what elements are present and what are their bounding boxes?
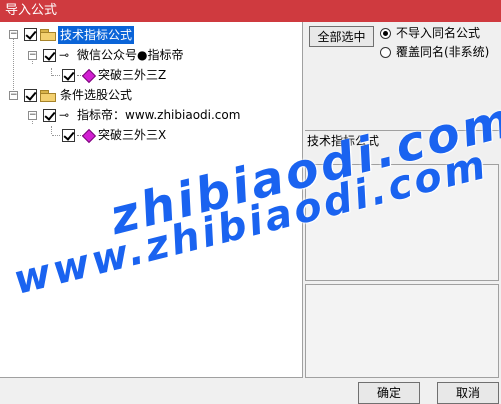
collapse-icon[interactable]: − [9, 91, 18, 100]
tree-node-formula-x[interactable]: 突破三外三X [0, 126, 300, 144]
tree-node-label: 突破三外三Z [98, 68, 167, 82]
key-icon: ⊸ [59, 48, 70, 62]
tree-node-technical-indicators[interactable]: − 技术指标公式 [0, 26, 300, 44]
formula-info-title: 技术指标公式 [305, 130, 499, 158]
checkbox-checked-icon[interactable] [62, 129, 75, 142]
radio-no-import-duplicates[interactable] [380, 28, 391, 39]
tree-node-formula-z[interactable]: 突破三外三Z [0, 66, 300, 84]
collapse-icon[interactable]: − [9, 30, 18, 39]
radio-no-import-label: 不导入同名公式 [396, 26, 481, 40]
tree-connector [52, 135, 60, 136]
radio-overwrite-label: 覆盖同名(非系统) [396, 45, 490, 59]
key-icon: ⊸ [59, 108, 70, 122]
window-title: 导入公式 [0, 0, 501, 22]
radio-overwrite-duplicates[interactable] [380, 47, 391, 58]
folder-icon [40, 90, 56, 102]
checkbox-checked-icon[interactable] [43, 109, 56, 122]
collapse-icon[interactable]: − [28, 51, 37, 60]
formula-gem-icon [81, 128, 97, 144]
formula-description-panel[interactable] [305, 164, 499, 281]
collapse-icon[interactable]: − [28, 111, 37, 120]
tree-node-label: 突破三外三X [98, 128, 167, 142]
tree-node-site[interactable]: − ⊸ 指标帝：www.zhibiaodi.com [0, 106, 300, 124]
tree-node-label: 指标帝：www.zhibiaodi.com [77, 108, 241, 122]
tree-node-stock-selection[interactable]: − 条件选股公式 [0, 86, 300, 104]
tree-node-label: 条件选股公式 [60, 88, 133, 102]
formula-tree[interactable]: − 技术指标公式 − ⊸ 微信公众号●指标帝 突破三外三Z − 条件选股公式 −… [0, 22, 303, 378]
formula-gem-icon [81, 68, 97, 84]
formula-params-panel[interactable] [305, 284, 499, 378]
tree-node-label: 技术指标公式 [58, 26, 135, 44]
checkbox-checked-icon[interactable] [24, 28, 37, 41]
checkbox-checked-icon[interactable] [62, 69, 75, 82]
tree-connector [52, 75, 60, 76]
tree-node-label: 微信公众号●指标帝 [77, 48, 184, 62]
cancel-button[interactable]: 取消 [437, 382, 499, 404]
tree-node-wechat-account[interactable]: − ⊸ 微信公众号●指标帝 [0, 46, 300, 64]
select-all-button[interactable]: 全部选中 [309, 26, 374, 47]
ok-button[interactable]: 确定 [358, 382, 420, 404]
checkbox-checked-icon[interactable] [24, 89, 37, 102]
checkbox-checked-icon[interactable] [43, 49, 56, 62]
folder-icon [40, 29, 56, 41]
